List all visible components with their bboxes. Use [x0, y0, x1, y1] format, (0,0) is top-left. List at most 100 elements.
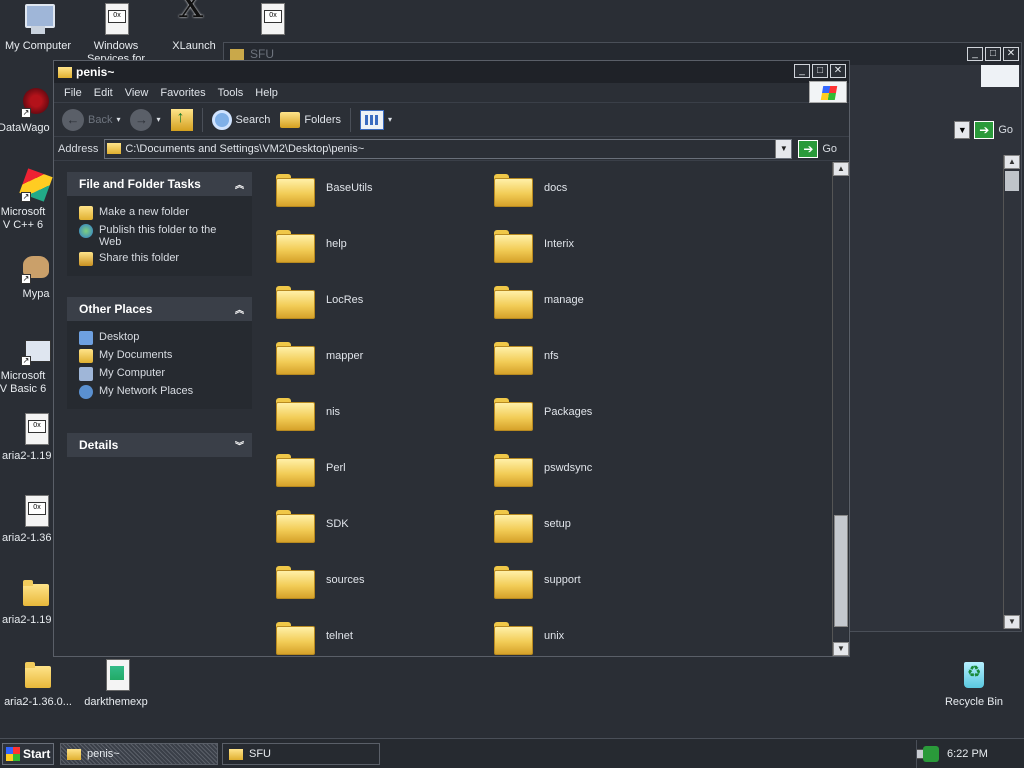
folder-icon [276, 562, 315, 599]
close-button[interactable]: ✕ [830, 64, 846, 78]
address-input[interactable]: C:\Documents and Settings\VM2\Desktop\pe… [104, 138, 793, 159]
task-share-folder[interactable]: Share this folder [79, 252, 252, 266]
folder-item[interactable]: nfs [494, 338, 559, 375]
menu-file[interactable]: File [58, 87, 88, 99]
panel-header[interactable]: Details ︾ [67, 433, 252, 457]
publish-web-icon [79, 224, 93, 238]
folder-name: pswdsync [544, 462, 593, 474]
address-dropdown-button[interactable]: ▼ [954, 121, 971, 139]
folder-item[interactable]: SDK [276, 506, 349, 543]
search-icon [211, 109, 232, 130]
go-label: Go [822, 142, 838, 155]
scroll-thumb[interactable] [1005, 171, 1019, 191]
desktop-icon-windows-services[interactable]: Windows Services for [78, 2, 154, 66]
datawago-icon: ↗ [19, 84, 53, 118]
go-button[interactable]: ➔ Go [974, 121, 1019, 139]
taskbar-button-penis[interactable]: penis~ [60, 743, 218, 765]
chevron-down-icon[interactable]: ▾ [156, 115, 160, 124]
desktop-icon-xlaunch[interactable]: XLaunch [156, 0, 232, 53]
menu-favorites[interactable]: Favorites [154, 87, 211, 99]
back-window-scrollbar[interactable]: ▲ ▼ [1003, 155, 1020, 629]
minimize-button[interactable]: _ [794, 64, 810, 78]
folder-item[interactable]: telnet [276, 618, 353, 655]
folder-item[interactable]: setup [494, 506, 571, 543]
go-button[interactable]: ➔ Go [798, 139, 838, 158]
folder-item[interactable]: Perl [276, 450, 346, 487]
taskbar-button-sfu[interactable]: SFU [222, 743, 380, 765]
scroll-down-button[interactable]: ▼ [1004, 615, 1020, 629]
toolbar-separator [350, 107, 352, 132]
vertical-scrollbar[interactable]: ▲ ▼ [832, 162, 849, 656]
expand-icon[interactable]: ︾ [235, 439, 244, 452]
desktop-icon-label: My Computer [4, 40, 72, 52]
panel-title: Other Places [79, 302, 153, 316]
menu-edit[interactable]: Edit [88, 87, 119, 99]
folders-label: Folders [304, 113, 342, 126]
task-publish-to-web[interactable]: Publish this folder to the Web [79, 224, 252, 248]
place-label: My Network Places [99, 385, 194, 397]
place-my-network-places[interactable]: My Network Places [79, 385, 252, 399]
menu-help[interactable]: Help [249, 87, 284, 99]
document-icon [255, 2, 289, 36]
menu-view[interactable]: View [119, 87, 155, 99]
scroll-down-button[interactable]: ▼ [833, 642, 849, 656]
up-button[interactable] [167, 106, 197, 134]
desktop-icon-my-computer[interactable]: My Computer [0, 2, 76, 53]
folder-name: manage [544, 294, 584, 306]
folder-icon [67, 748, 81, 760]
toolbar-separator [201, 107, 203, 132]
desktop-icon-label: Microsoft V Basic 6 [0, 370, 47, 395]
folder-item[interactable]: LocRes [276, 282, 363, 319]
menu-tools[interactable]: Tools [212, 87, 250, 99]
folder-icon [494, 618, 533, 655]
task-make-new-folder[interactable]: Make a new folder [79, 206, 252, 220]
desktop-icon-recycle-bin[interactable]: Recycle Bin [936, 658, 1012, 709]
folder-item[interactable]: BaseUtils [276, 170, 372, 207]
maximize-button[interactable]: □ [985, 47, 1001, 61]
close-button[interactable]: ✕ [1003, 47, 1019, 61]
maximize-button[interactable]: □ [812, 64, 828, 78]
folder-item[interactable]: pswdsync [494, 450, 593, 487]
address-bar: Address C:\Documents and Settings\VM2\De… [54, 137, 849, 161]
folder-item[interactable]: Packages [494, 394, 592, 431]
folder-item[interactable]: unix [494, 618, 564, 655]
back-button[interactable]: ← Back ▾ [58, 106, 124, 134]
collapse-icon[interactable]: ︽ [235, 303, 244, 316]
folder-item[interactable]: docs [494, 170, 567, 207]
folder-item[interactable]: mapper [276, 338, 364, 375]
views-button[interactable]: ▾ [356, 106, 396, 134]
desktop-icon-aria2-136-folder[interactable]: aria2-1.36.0... [0, 658, 76, 709]
folders-button[interactable]: Folders [276, 106, 345, 134]
scroll-up-button[interactable]: ▲ [1004, 155, 1020, 169]
network-status-icon[interactable] [923, 746, 939, 762]
clock[interactable]: 6:22 PM [947, 748, 988, 760]
start-button[interactable]: Start [2, 743, 54, 765]
place-desktop[interactable]: Desktop [79, 331, 252, 345]
folder-icon [21, 658, 55, 692]
minimize-button[interactable]: _ [967, 47, 983, 61]
folder-item[interactable]: support [494, 562, 581, 599]
go-arrow-icon: ➔ [798, 139, 819, 158]
folder-item[interactable]: help [276, 226, 347, 263]
folder-item[interactable]: Interix [494, 226, 574, 263]
window-titlebar[interactable]: penis~ [54, 61, 849, 83]
desktop-icon-document[interactable] [234, 2, 310, 40]
place-my-documents[interactable]: My Documents [79, 349, 252, 363]
place-my-computer[interactable]: My Computer [79, 367, 252, 381]
folder-item[interactable]: nis [276, 394, 340, 431]
panel-header[interactable]: Other Places ︽ [67, 297, 252, 321]
panel-header[interactable]: File and Folder Tasks ︽ [67, 172, 252, 196]
search-button[interactable]: Search [208, 106, 275, 134]
folder-item[interactable]: sources [276, 562, 365, 599]
scroll-thumb[interactable] [834, 515, 848, 627]
collapse-icon[interactable]: ︽ [235, 178, 244, 191]
desktop-icon-darkthemexp[interactable]: darkthemexp [78, 658, 154, 709]
explorer-window[interactable]: penis~ _ □ ✕ File Edit View Favorites To… [53, 60, 850, 657]
address-dropdown-button[interactable]: ▼ [775, 139, 792, 158]
forward-button[interactable]: → ▾ [126, 106, 164, 134]
folder-name: mapper [326, 350, 364, 362]
scroll-up-button[interactable]: ▲ [833, 162, 849, 176]
back-label: Back [88, 113, 113, 126]
chevron-down-icon[interactable]: ▾ [116, 115, 120, 124]
folder-item[interactable]: manage [494, 282, 584, 319]
